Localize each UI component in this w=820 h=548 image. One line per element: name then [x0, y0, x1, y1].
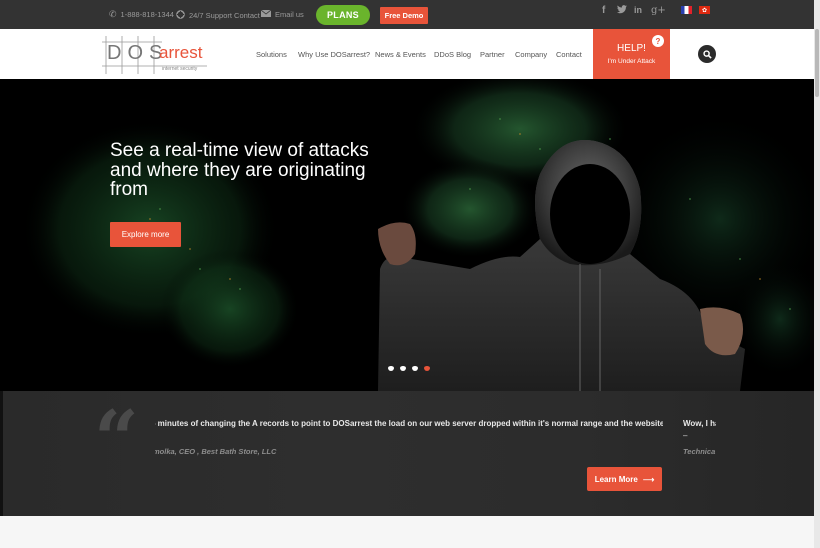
left-edge-strip	[0, 391, 3, 529]
slide-dot-4-active[interactable]	[424, 366, 430, 371]
google-plus-icon[interactable]: g+	[651, 5, 666, 16]
lifebuoy-icon	[176, 10, 185, 21]
logo-tagline: internet security	[162, 66, 198, 72]
twitter-icon[interactable]	[617, 5, 627, 17]
email-link[interactable]: Email us	[260, 9, 304, 19]
slide-dot-1[interactable]	[388, 366, 394, 371]
facebook-icon[interactable]: f	[602, 5, 605, 16]
search-icon	[702, 49, 712, 59]
testimonial-author-1: molka, CEO , Best Bath Store, LLC	[155, 447, 277, 456]
learn-more-label: Learn More	[594, 474, 638, 484]
testimonial-quote-2: Wow, I ha	[683, 419, 716, 428]
dosarrest-logo[interactable]: DOS arrest internet security	[102, 36, 207, 74]
plans-button[interactable]: PLANS	[316, 5, 370, 25]
linkedin-icon[interactable]: in	[634, 5, 642, 15]
testimonial-author-2: Technica	[683, 447, 716, 456]
content-area-below	[0, 516, 814, 548]
phone-number: 1-888-818-1344	[120, 10, 174, 19]
free-demo-button[interactable]: Free Demo	[380, 7, 428, 24]
help-subtitle: I'm Under Attack	[607, 58, 656, 65]
learn-more-button[interactable]: Learn More ⟶	[587, 467, 662, 491]
slide-dot-2[interactable]	[400, 366, 406, 371]
nav-why-use-dosarrest[interactable]: Why Use DOSarrest?	[298, 50, 370, 59]
nav-company[interactable]: Company	[515, 50, 547, 59]
testimonial-quote-1: 5 minutes of changing the A records to p…	[155, 419, 663, 428]
nav-solutions[interactable]: Solutions	[256, 50, 287, 59]
envelope-icon	[260, 9, 272, 19]
testimonial-dash-2: –	[683, 431, 688, 440]
hero-heading: See a real-time view of attacks and wher…	[110, 140, 369, 200]
nav-news-events[interactable]: News & Events	[375, 50, 426, 59]
french-flag-icon[interactable]	[681, 6, 692, 14]
search-button[interactable]	[698, 45, 716, 63]
explore-more-button[interactable]: Explore more	[110, 222, 181, 247]
nav-ddos-blog[interactable]: DDoS Blog	[434, 50, 471, 59]
under-attack-button[interactable]: ? HELP! I'm Under Attack	[593, 29, 670, 79]
nav-contact[interactable]: Contact	[556, 50, 582, 59]
support-label: 24/7 Support Contact	[189, 11, 260, 20]
hong-kong-flag-icon[interactable]: ✿	[699, 6, 710, 14]
quote-icon: “	[94, 394, 139, 485]
scrollbar-thumb[interactable]	[815, 29, 819, 97]
slider-pagination	[388, 366, 430, 371]
support-link[interactable]: 24/7 Support Contact	[176, 10, 260, 21]
phone-icon: ✆	[109, 9, 117, 19]
help-title: HELP!	[617, 43, 646, 54]
email-label: Email us	[275, 10, 304, 19]
top-bar: ✆ 1-888-818-1344 24/7 Support Contact Em…	[0, 0, 814, 29]
logo-arrest: arrest	[159, 43, 203, 62]
arrow-right-icon: ⟶	[642, 474, 655, 484]
slide-dot-3[interactable]	[412, 366, 418, 371]
page: ✆ 1-888-818-1344 24/7 Support Contact Em…	[0, 0, 820, 548]
nav-partner[interactable]: Partner	[480, 50, 505, 59]
phone-link[interactable]: ✆ 1-888-818-1344	[109, 9, 174, 20]
